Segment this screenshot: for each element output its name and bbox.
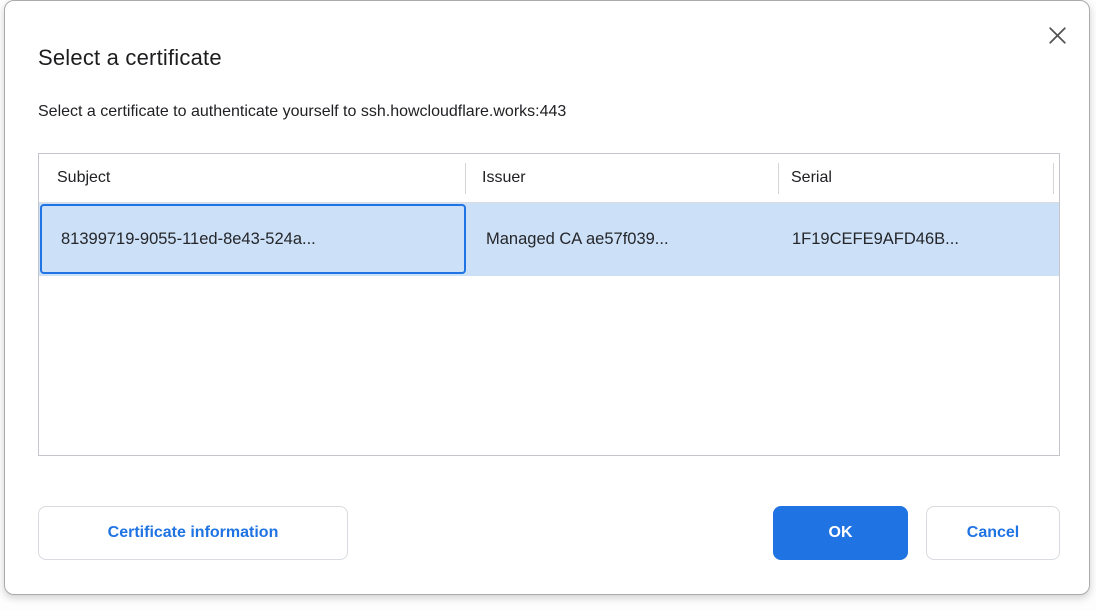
certificate-select-dialog: Select a certificate Select a certificat… bbox=[4, 0, 1090, 595]
column-header-label: Serial bbox=[791, 169, 832, 187]
column-separator bbox=[465, 163, 466, 194]
certificate-table: Subject Issuer Serial 81399719-9055-11ed… bbox=[38, 153, 1060, 456]
column-header-issuer: Issuer bbox=[465, 154, 778, 202]
close-button[interactable] bbox=[1037, 15, 1077, 55]
dialog-title: Select a certificate bbox=[38, 45, 222, 71]
column-separator bbox=[778, 163, 779, 194]
column-header-subject: Subject bbox=[39, 154, 465, 202]
cell-issuer: Managed CA ae57f039... bbox=[466, 203, 779, 276]
table-header: Subject Issuer Serial bbox=[39, 154, 1059, 203]
column-separator bbox=[1053, 163, 1054, 194]
certificate-information-button[interactable]: Certificate information bbox=[38, 506, 348, 560]
table-body: 81399719-9055-11ed-8e43-524a... Managed … bbox=[39, 203, 1059, 276]
certificate-row-selected[interactable]: 81399719-9055-11ed-8e43-524a... Managed … bbox=[39, 203, 1059, 276]
column-header-serial: Serial bbox=[778, 154, 1053, 202]
column-header-label: Subject bbox=[57, 169, 110, 187]
cell-serial: 1F19CEFE9AFD46B... bbox=[779, 203, 1059, 276]
cancel-button[interactable]: Cancel bbox=[926, 506, 1060, 560]
column-header-label: Issuer bbox=[482, 169, 526, 187]
cell-subject: 81399719-9055-11ed-8e43-524a... bbox=[40, 204, 466, 274]
ok-button[interactable]: OK bbox=[773, 506, 908, 560]
dialog-subtitle: Select a certificate to authenticate you… bbox=[38, 103, 566, 121]
close-icon bbox=[1045, 23, 1070, 48]
header-gutter bbox=[1053, 154, 1059, 202]
screen: Select a certificate Select a certificat… bbox=[0, 0, 1096, 610]
